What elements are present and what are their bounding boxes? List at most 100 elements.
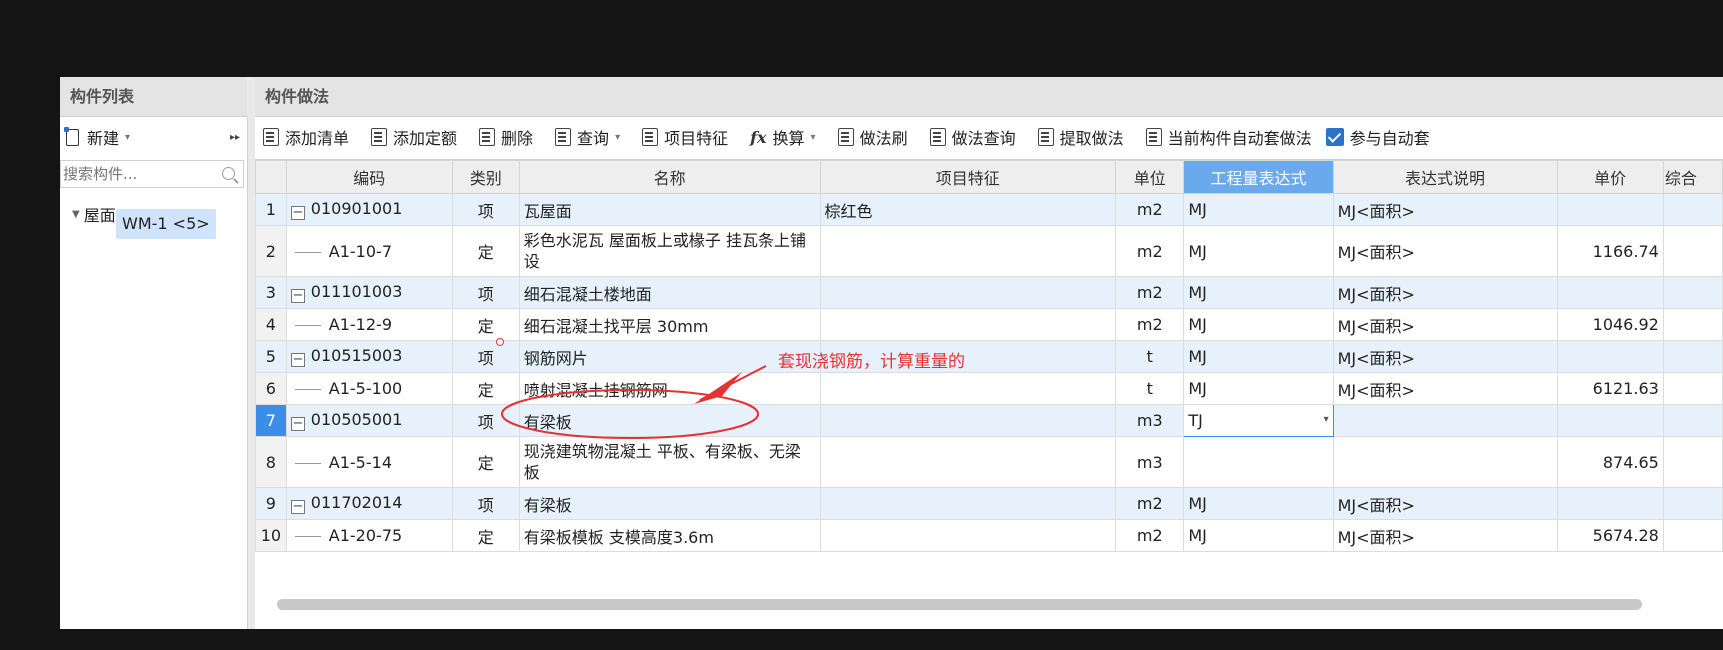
chevron-down-icon[interactable]: ▾ — [615, 132, 620, 143]
tree-item-wm1[interactable]: WM-1 <5> — [116, 209, 216, 239]
cell-comprehensive[interactable] — [1662, 519, 1723, 552]
cell-type[interactable]: 项 — [451, 340, 520, 373]
col-header-comprehensive[interactable]: 综合 — [1662, 160, 1723, 194]
table-row[interactable]: 2 A1-10-7 定彩色水泥瓦 屋面板上或椽子 挂瓦条上铺设 m2 MJ MJ<面积> 1… — [255, 225, 1723, 277]
cell-code[interactable]: A1-5-14 — [285, 436, 453, 488]
cell-unit[interactable]: m2 — [1115, 519, 1185, 552]
col-header-expression-desc[interactable]: 表达式说明 — [1332, 160, 1558, 194]
table-row[interactable]: 4 A1-12-9 定细石混凝土找平层 30mm m2 MJ MJ<面积> 1046.92 — [255, 308, 1723, 341]
collapse-icon[interactable]: − — [290, 353, 305, 367]
panel-splitter[interactable] — [247, 77, 255, 629]
cell-unit[interactable]: m3 — [1115, 436, 1185, 488]
cell-feature[interactable] — [819, 404, 1117, 437]
cell-type[interactable]: 项 — [451, 487, 520, 520]
table-row[interactable]: 6 A1-5-100 定喷射混凝土挂钢筋网 t MJ MJ<面积> 6121.63 — [255, 372, 1723, 405]
cell-comprehensive[interactable] — [1662, 276, 1723, 309]
cell-feature[interactable] — [819, 519, 1117, 552]
table-row[interactable]: 10 A1-20-75 定有梁板模板 支模高度3.6m m2 MJ MJ<面积> 5674.… — [255, 519, 1723, 552]
cell-expression-desc[interactable]: MJ<面积> — [1332, 487, 1558, 520]
horizontal-scrollbar[interactable] — [277, 599, 1642, 610]
cell-type[interactable]: 项 — [451, 276, 520, 309]
cell-unit[interactable]: m2 — [1115, 225, 1185, 277]
cell-comprehensive[interactable] — [1662, 225, 1723, 277]
cell-comprehensive[interactable] — [1662, 308, 1723, 341]
cell-comprehensive[interactable] — [1662, 193, 1723, 226]
expression-editor[interactable]: TJ ▾ — [1183, 404, 1334, 437]
cell-unit[interactable]: m2 — [1115, 308, 1185, 341]
method-brush-button[interactable]: 做法刷 — [837, 125, 908, 149]
item-features-button[interactable]: 项目特征 — [642, 125, 728, 149]
collapse-panel-icon[interactable]: ▸▸ — [230, 132, 240, 143]
collapse-icon[interactable]: − — [290, 500, 305, 514]
table-row[interactable]: 9−011702014 项有梁板 m2 MJ MJ<面积> — [255, 487, 1723, 520]
cell-name[interactable]: 有梁板 — [518, 404, 821, 437]
chevron-down-icon[interactable]: ▾ — [811, 132, 816, 143]
table-row[interactable]: 1−010901001 项瓦屋面 棕红色 m2 MJ MJ<面积> — [255, 193, 1723, 226]
cell-name[interactable]: 喷射混凝土挂钢筋网 — [518, 372, 821, 405]
chevron-down-icon[interactable]: ▾ — [1324, 414, 1329, 425]
cell-unit-price[interactable]: 1046.92 — [1556, 308, 1664, 341]
cell-expression-desc[interactable]: MJ<面积> — [1332, 340, 1558, 373]
cell-comprehensive[interactable] — [1662, 436, 1723, 488]
row-number[interactable]: 2 — [255, 225, 287, 277]
cell-unit[interactable]: m3 — [1115, 404, 1185, 437]
cell-unit-price[interactable] — [1556, 404, 1664, 437]
row-number[interactable]: 8 — [255, 436, 287, 488]
col-header-expression[interactable]: 工程量表达式 — [1183, 160, 1334, 194]
cell-unit-price[interactable]: 1166.74 — [1556, 225, 1664, 277]
cell-code[interactable]: A1-5-100 — [285, 372, 453, 405]
add-list-button[interactable]: 添加清单 — [263, 125, 349, 149]
cell-expression-desc[interactable] — [1332, 436, 1558, 488]
cell-expression[interactable]: MJ — [1183, 225, 1334, 277]
col-header-type[interactable]: 类别 — [451, 160, 520, 194]
cell-unit[interactable]: t — [1115, 340, 1185, 373]
cell-code[interactable]: −010505001 — [285, 404, 453, 437]
row-number[interactable]: 4 — [255, 308, 287, 341]
table-row[interactable]: 3−011101003 项细石混凝土楼地面 m2 MJ MJ<面积> — [255, 276, 1723, 309]
cell-unit-price[interactable]: 5674.28 — [1556, 519, 1664, 552]
participate-auto-checkbox[interactable]: 参与自动套 — [1325, 125, 1430, 149]
tree-group-roof[interactable]: ▼ 屋面 — [72, 194, 116, 234]
cell-name[interactable]: 现浇建筑物混凝土 平板、有梁板、无梁板 — [518, 436, 821, 488]
cell-comprehensive[interactable] — [1662, 372, 1723, 405]
row-number[interactable]: 6 — [255, 372, 287, 405]
cell-unit-price[interactable] — [1556, 487, 1664, 520]
cell-code[interactable]: −010901001 — [285, 193, 453, 226]
auto-apply-button[interactable]: 当前构件自动套做法 — [1145, 125, 1312, 149]
cell-comprehensive[interactable] — [1662, 340, 1723, 373]
cell-unit-price[interactable]: 874.65 — [1556, 436, 1664, 488]
cell-expression-desc[interactable] — [1332, 404, 1558, 437]
col-header-name[interactable]: 名称 — [518, 160, 821, 194]
cell-unit-price[interactable] — [1556, 193, 1664, 226]
cell-type[interactable]: 定 — [451, 308, 520, 341]
collapse-icon[interactable]: − — [290, 417, 305, 431]
cell-name[interactable]: 钢筋网片 — [518, 340, 821, 373]
row-number[interactable]: 1 — [255, 193, 287, 226]
delete-button[interactable]: 删除 — [479, 125, 533, 149]
cell-expression[interactable]: MJ — [1183, 193, 1334, 226]
cell-unit[interactable]: m2 — [1115, 276, 1185, 309]
component-search[interactable] — [60, 160, 244, 188]
collapse-icon[interactable]: − — [290, 206, 305, 220]
col-header-code[interactable]: 编码 — [285, 160, 453, 194]
search-input[interactable] — [61, 161, 215, 187]
cell-name[interactable]: 有梁板模板 支模高度3.6m — [518, 519, 821, 552]
cell-expression[interactable] — [1183, 436, 1334, 488]
cell-type[interactable]: 定 — [451, 519, 520, 552]
cell-unit[interactable]: t — [1115, 372, 1185, 405]
cell-unit[interactable]: m2 — [1115, 487, 1185, 520]
method-query-button[interactable]: 做法查询 — [929, 125, 1016, 149]
tree-expand-icon[interactable]: ▼ — [72, 209, 80, 220]
row-number[interactable]: 9 — [255, 487, 287, 520]
collapse-icon[interactable]: − — [290, 289, 305, 303]
query-button[interactable]: 查询 ▾ — [555, 125, 620, 149]
table-row[interactable]: 8 A1-5-14 定现浇建筑物混凝土 平板、有梁板、无梁板 m3 874.65 — [255, 436, 1723, 488]
cell-type[interactable]: 项 — [451, 404, 520, 437]
cell-code[interactable]: A1-20-75 — [285, 519, 453, 552]
cell-code[interactable]: −010515003 — [285, 340, 453, 373]
cell-type[interactable]: 定 — [451, 225, 520, 277]
cell-code[interactable]: −011101003 — [285, 276, 453, 309]
cell-feature[interactable] — [819, 372, 1117, 405]
cell-name[interactable]: 彩色水泥瓦 屋面板上或椽子 挂瓦条上铺设 — [518, 225, 821, 277]
cell-type[interactable]: 项 — [451, 193, 520, 226]
